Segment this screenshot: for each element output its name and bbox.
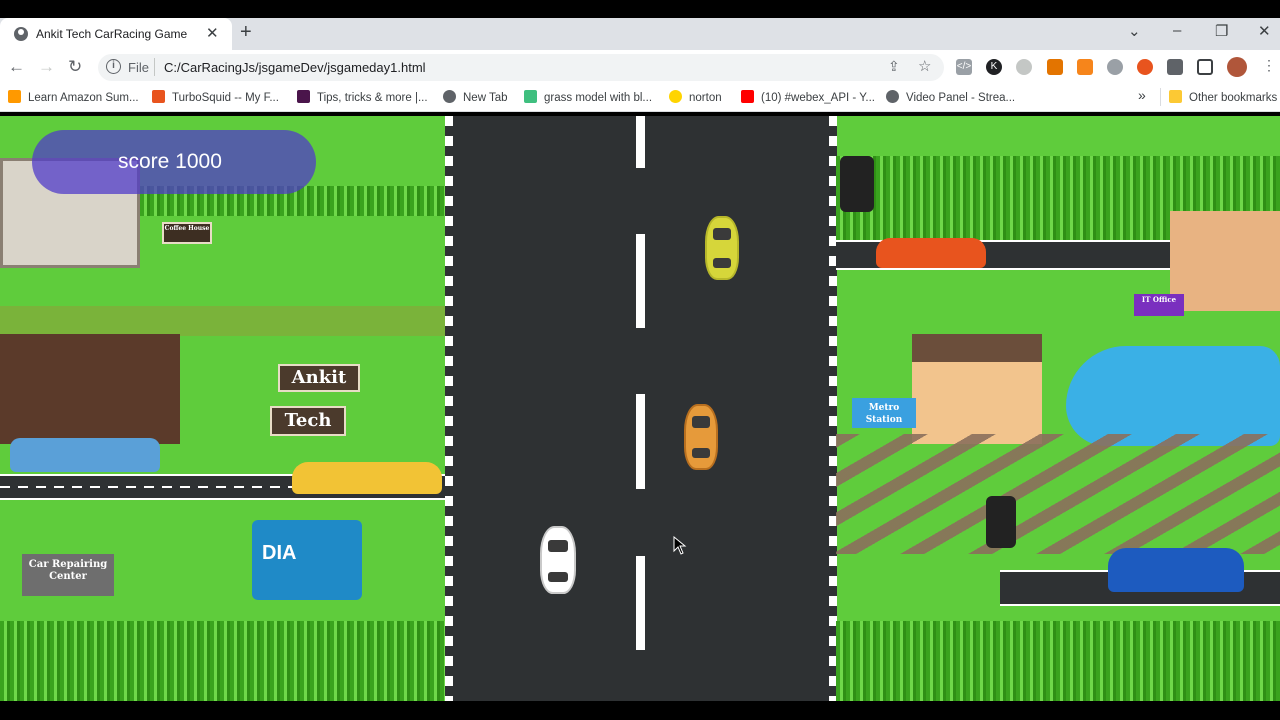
- youtube-icon: [741, 90, 754, 103]
- railway-track: [836, 434, 1280, 554]
- blue-car-scenery: [10, 438, 160, 472]
- globe-icon: [14, 27, 28, 41]
- tab-search-icon[interactable]: ⌄: [1128, 22, 1141, 40]
- sign-tech: Tech: [270, 406, 346, 436]
- tab-close-icon[interactable]: ✕: [206, 24, 219, 42]
- address-bar[interactable]: i File C:/CarRacingJs/jsgameDev/jsgameda…: [98, 54, 944, 81]
- bookmark-item-webex[interactable]: (10) #webex_API - Y...: [741, 90, 875, 104]
- lane-marker: [636, 556, 645, 650]
- globe-icon: [443, 90, 456, 103]
- metro-train: [1066, 346, 1280, 446]
- bookmark-item-new-tab[interactable]: New Tab: [443, 90, 508, 104]
- new-tab-button[interactable]: +: [240, 21, 252, 44]
- extension-power-icon[interactable]: [1107, 59, 1123, 75]
- road-edge-left: [445, 116, 453, 701]
- yellow-car-scenery: [292, 462, 442, 494]
- extension-code-icon[interactable]: </>: [956, 59, 972, 75]
- url-text[interactable]: C:/CarRacingJs/jsgameDev/jsgameday1.html: [164, 60, 426, 75]
- restore-button[interactable]: ❐: [1215, 22, 1228, 40]
- truck-label: DIA: [262, 542, 297, 564]
- share-icon[interactable]: ⇪: [888, 58, 900, 75]
- amazon-icon: [8, 90, 21, 103]
- extension-github-icon[interactable]: [1016, 59, 1032, 75]
- metro-station-building: [912, 334, 1042, 444]
- url-scheme: File: [128, 60, 149, 75]
- menu-kebab-icon[interactable]: ⋮: [1262, 57, 1276, 74]
- car-windshield: [548, 540, 568, 552]
- score-text: score 1000: [118, 150, 222, 173]
- sign-it-office: IT Office: [1134, 294, 1184, 316]
- bookmarks-overflow-icon[interactable]: »: [1138, 87, 1146, 103]
- lane-marker: [636, 234, 645, 328]
- car-windshield: [713, 228, 731, 240]
- sign-coffee-house: Coffee House: [162, 222, 212, 244]
- bookmarks-divider: [1160, 88, 1161, 106]
- profile-avatar[interactable]: [1227, 57, 1247, 77]
- sign-metro-station: Metro Station: [852, 398, 916, 428]
- cursor-arrow-icon: [673, 535, 687, 555]
- delivery-truck: DIA: [252, 520, 362, 600]
- image-icon: [524, 90, 537, 103]
- car-rear-window: [713, 258, 731, 268]
- grass-bottom-left: [0, 621, 445, 701]
- extension-dropper-icon[interactable]: [1047, 59, 1063, 75]
- other-bookmarks-folder[interactable]: Other bookmarks: [1169, 90, 1277, 104]
- barn-building: [0, 334, 180, 444]
- side-panel-icon[interactable]: [1197, 59, 1213, 75]
- extensions-puzzle-icon[interactable]: [1167, 59, 1183, 75]
- slack-icon: [297, 90, 310, 103]
- it-office-building: [1170, 211, 1280, 311]
- bookmark-item-norton[interactable]: norton: [669, 90, 722, 104]
- toolbar: ← → ↻ i File C:/CarRacingJs/jsgameDev/js…: [0, 50, 1280, 84]
- extension-orange-icon[interactable]: [1137, 59, 1153, 75]
- traffic-light-icon: [986, 496, 1016, 548]
- car-windshield: [692, 416, 710, 428]
- globe-icon: [886, 90, 899, 103]
- sign-car-repair: Car Repairing Center: [22, 554, 114, 596]
- lane-marker: [636, 394, 645, 489]
- tab-title: Ankit Tech CarRacing Game: [36, 27, 188, 41]
- tab-active[interactable]: Ankit Tech CarRacing Game ✕: [0, 18, 232, 50]
- enemy-car-yellow: [705, 216, 739, 280]
- bookmark-item-video-panel[interactable]: Video Panel - Strea...: [886, 90, 1015, 104]
- extension-metamask-icon[interactable]: [1077, 59, 1093, 75]
- bookmarks-bar: Learn Amazon Sum... TurboSquid -- My F..…: [0, 84, 1280, 112]
- player-car[interactable]: [540, 526, 576, 594]
- game-canvas[interactable]: DIA Ankit Tech Coffee House Car Repairin…: [0, 116, 1280, 701]
- lane-marker: [636, 116, 645, 168]
- reload-icon[interactable]: ↻: [68, 57, 82, 77]
- info-icon[interactable]: i: [106, 59, 121, 74]
- back-arrow-icon[interactable]: ←: [8, 57, 25, 77]
- bookmark-item-tips[interactable]: Tips, tricks & more |...: [297, 90, 428, 104]
- browser-window: Ankit Tech CarRacing Game ✕ + ⌄ – ❐ ✕ ← …: [0, 0, 1280, 720]
- hedge: [0, 306, 445, 336]
- blue-car-scenery-right: [1108, 548, 1244, 592]
- bookmark-item-turbosquid[interactable]: TurboSquid -- My F...: [152, 90, 279, 104]
- tab-strip: Ankit Tech CarRacing Game ✕ + ⌄ – ❐ ✕: [0, 18, 1280, 50]
- forward-arrow-icon[interactable]: →: [38, 57, 55, 77]
- omnibox-divider: [154, 58, 155, 76]
- turbosquid-icon: [152, 90, 165, 103]
- score-panel: score 1000: [32, 130, 316, 194]
- grass-bottom-right: [836, 621, 1280, 701]
- enemy-car-orange: [684, 404, 718, 470]
- car-rear-window: [548, 572, 568, 582]
- orange-car-scenery: [876, 238, 986, 268]
- traffic-light-icon: [840, 156, 874, 212]
- norton-icon: [669, 90, 682, 103]
- extension-k-icon[interactable]: K: [986, 59, 1002, 75]
- sign-ankit: Ankit: [278, 364, 360, 392]
- car-rear-window: [692, 448, 710, 458]
- bookmark-item-grass-model[interactable]: grass model with bl...: [524, 90, 652, 104]
- close-window-button[interactable]: ✕: [1258, 22, 1271, 40]
- minimize-button[interactable]: –: [1173, 22, 1181, 39]
- bookmark-item-amazon[interactable]: Learn Amazon Sum...: [8, 90, 139, 104]
- folder-icon: [1169, 90, 1182, 103]
- bookmark-star-icon[interactable]: ☆: [918, 57, 931, 75]
